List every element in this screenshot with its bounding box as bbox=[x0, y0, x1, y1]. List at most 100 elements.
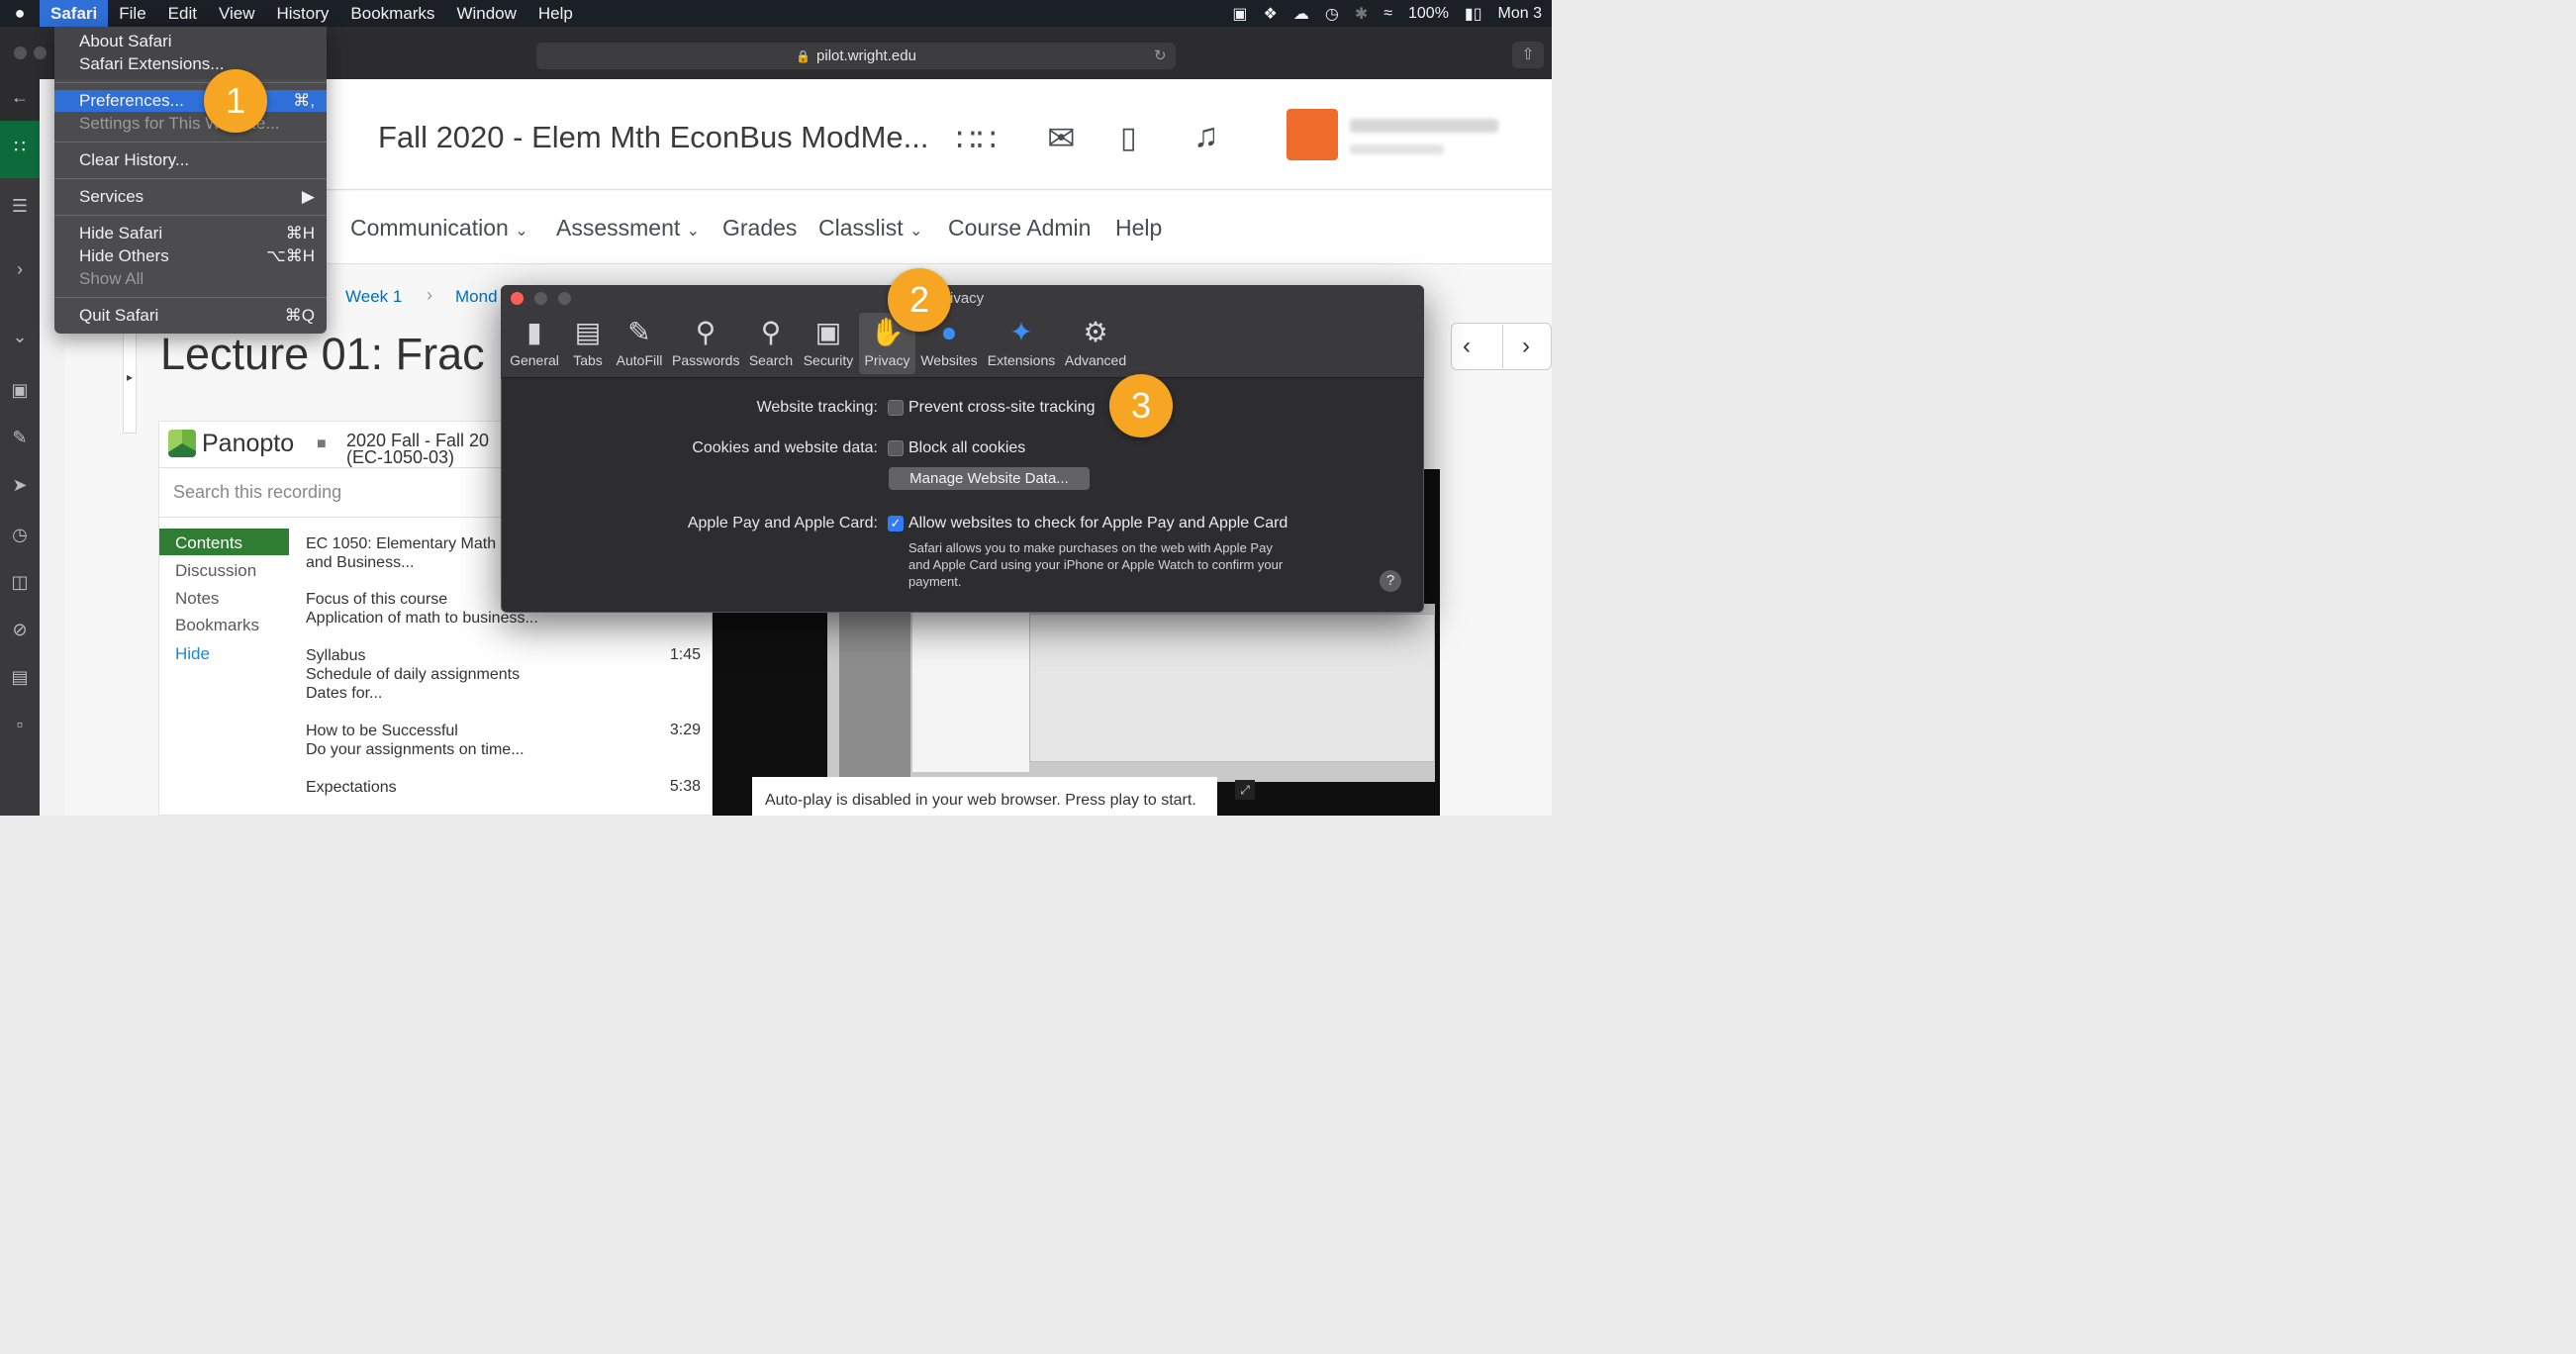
minimize-button[interactable] bbox=[534, 292, 547, 305]
close-window-button[interactable] bbox=[14, 47, 27, 59]
inbox-icon[interactable]: ▣ bbox=[8, 380, 32, 404]
menu-item-hide-others[interactable]: Hide Others ⌥⌘H bbox=[54, 245, 327, 267]
list-item[interactable]: How to be Successful Do your assignments … bbox=[306, 722, 525, 759]
menu-item-quit[interactable]: Quit Safari ⌘Q bbox=[54, 305, 327, 327]
gear-icon: ⚙ bbox=[1083, 317, 1108, 347]
prev-topic-icon[interactable]: ‹ bbox=[1463, 333, 1471, 360]
bell-icon[interactable]: ♫ bbox=[1193, 117, 1219, 155]
manage-website-data-button[interactable]: Manage Website Data... bbox=[889, 467, 1090, 490]
menu-history[interactable]: History bbox=[266, 0, 340, 27]
chat-icon[interactable]: ▯ bbox=[1120, 121, 1137, 155]
menu-separator bbox=[54, 82, 327, 83]
reload-icon[interactable]: ↻ bbox=[1154, 47, 1167, 64]
menu-item-services[interactable]: Services ▶ bbox=[54, 186, 327, 208]
menu-separator bbox=[54, 142, 327, 143]
breadcrumb-day[interactable]: Mond bbox=[455, 287, 498, 307]
label-website-tracking: Website tracking: bbox=[756, 399, 878, 416]
label-cookies: Cookies and website data: bbox=[692, 439, 878, 456]
menu-window[interactable]: Window bbox=[445, 0, 526, 27]
trash-icon[interactable]: ◫ bbox=[8, 572, 32, 596]
entry-time: 5:38 bbox=[669, 778, 701, 795]
tab-extensions[interactable]: ✦ Extensions bbox=[986, 313, 1057, 368]
menu-file[interactable]: File bbox=[108, 0, 156, 27]
pencil-icon[interactable]: ✎ bbox=[8, 428, 32, 451]
course-title[interactable]: Fall 2020 - Elem Mth EconBus ModMe... bbox=[378, 120, 929, 155]
back-arrow-icon[interactable]: ← bbox=[8, 87, 32, 111]
nav-assessment[interactable]: Assessment ⌄ bbox=[556, 215, 700, 242]
tab-hide[interactable]: Hide bbox=[175, 644, 210, 664]
next-topic-icon[interactable]: › bbox=[1522, 333, 1530, 360]
avatar[interactable] bbox=[1287, 109, 1338, 160]
note-icon[interactable]: ▫ bbox=[8, 715, 32, 738]
folder-name[interactable]: 2020 Fall - Fall 20 (EC-1050-03) bbox=[346, 432, 489, 466]
time-machine-icon[interactable]: ◷ bbox=[1325, 4, 1339, 24]
tab-advanced[interactable]: ⚙ Advanced bbox=[1063, 313, 1128, 368]
nav-communication[interactable]: Communication ⌄ bbox=[350, 215, 528, 242]
menu-item-extensions[interactable]: Safari Extensions... bbox=[54, 53, 327, 75]
apple-icon[interactable]: ● bbox=[0, 3, 40, 24]
chevron-down-icon[interactable]: ⌄ bbox=[8, 327, 32, 350]
expand-icon[interactable]: ⤢ bbox=[1235, 780, 1255, 800]
block-icon[interactable]: ⊘ bbox=[8, 620, 32, 643]
mail-icon[interactable]: ✉ bbox=[1047, 119, 1076, 158]
block-cookies-label[interactable]: Block all cookies bbox=[908, 439, 1025, 457]
prevent-tracking-checkbox[interactable] bbox=[888, 400, 904, 416]
wifi-icon[interactable]: ≈ bbox=[1383, 5, 1392, 23]
list-item[interactable]: Syllabus Schedule of daily assignments Dat… bbox=[306, 646, 520, 703]
menu-item-clear-history[interactable]: Clear History... bbox=[54, 149, 327, 171]
chevron-right-icon[interactable]: › bbox=[8, 259, 32, 283]
archive-icon[interactable]: ▤ bbox=[8, 667, 32, 691]
nav-help[interactable]: Help bbox=[1115, 215, 1162, 242]
creative-cloud-icon[interactable]: ☁ bbox=[1293, 4, 1309, 24]
block-cookies-checkbox[interactable] bbox=[888, 440, 904, 456]
tab-discussion[interactable]: Discussion bbox=[175, 561, 256, 581]
dropbox-icon[interactable]: ❖ bbox=[1264, 4, 1278, 24]
apple-pay-label[interactable]: Allow websites to check for Apple Pay an… bbox=[908, 515, 1288, 532]
tab-contents[interactable]: Contents bbox=[175, 533, 242, 553]
breadcrumb-week[interactable]: Week 1 bbox=[345, 287, 402, 307]
app-grid-icon[interactable]: ∷ bbox=[8, 137, 32, 160]
menu-bookmarks[interactable]: Bookmarks bbox=[339, 0, 445, 27]
menu-item-hide-safari[interactable]: Hide Safari ⌘H bbox=[54, 223, 327, 244]
description-line: Safari allows you to make purchases on t… bbox=[908, 540, 1273, 555]
clock-icon[interactable]: ◷ bbox=[8, 525, 32, 548]
share-icon[interactable]: ⇧ bbox=[1512, 42, 1544, 68]
close-button[interactable] bbox=[511, 292, 524, 305]
menu-help[interactable]: Help bbox=[527, 0, 584, 27]
zoom-button[interactable] bbox=[558, 292, 571, 305]
film-icon[interactable]: ▣ bbox=[1232, 4, 1247, 24]
nav-course-admin[interactable]: Course Admin bbox=[948, 215, 1091, 242]
hamburger-icon[interactable]: ☰ bbox=[8, 196, 32, 220]
menu-item-preferences[interactable]: Preferences... ⌘, bbox=[54, 90, 327, 112]
send-icon[interactable]: ➤ bbox=[8, 475, 32, 499]
tab-label: Search bbox=[748, 352, 794, 368]
list-item[interactable]: EC 1050: Elementary Math and Business... bbox=[306, 534, 496, 572]
bluetooth-icon[interactable]: ✱ bbox=[1355, 4, 1368, 24]
menu-item-about[interactable]: About Safari bbox=[54, 31, 327, 52]
tab-autofill[interactable]: ✎ AutoFill bbox=[609, 313, 670, 368]
tab-search[interactable]: ⚲ Search bbox=[740, 313, 802, 368]
tab-passwords[interactable]: ⚲ Passwords bbox=[672, 313, 739, 368]
tab-notes[interactable]: Notes bbox=[175, 589, 219, 609]
clock[interactable]: Mon 3 bbox=[1498, 5, 1542, 23]
minimize-window-button[interactable] bbox=[34, 47, 47, 59]
recording-search-input[interactable]: Search this recording bbox=[173, 482, 341, 503]
battery-icon[interactable]: ▮▯ bbox=[1465, 4, 1482, 24]
waffle-icon[interactable]: ∷∷ bbox=[956, 121, 997, 158]
nav-label: Communication bbox=[350, 215, 509, 241]
menu-view[interactable]: View bbox=[208, 0, 266, 27]
autoplay-notice: Auto-play is disabled in your web browse… bbox=[752, 777, 1217, 816]
collapse-toggle[interactable]: ▸ bbox=[123, 327, 137, 434]
tab-general[interactable]: ▮ General bbox=[504, 313, 565, 368]
tab-bookmarks[interactable]: Bookmarks bbox=[175, 616, 259, 635]
nav-grades[interactable]: Grades bbox=[722, 215, 797, 242]
prevent-tracking-label[interactable]: Prevent cross-site tracking bbox=[908, 399, 1096, 417]
tab-security[interactable]: ▣ Security bbox=[798, 313, 859, 368]
list-item[interactable]: Expectations bbox=[306, 778, 397, 797]
help-button[interactable]: ? bbox=[1380, 570, 1401, 592]
address-bar[interactable]: 🔒 pilot.wright.edu bbox=[536, 43, 1176, 69]
menu-edit[interactable]: Edit bbox=[157, 0, 208, 27]
nav-classlist[interactable]: Classlist ⌄ bbox=[818, 215, 922, 242]
apple-pay-checkbox[interactable]: ✓ bbox=[888, 516, 904, 532]
menu-safari[interactable]: Safari bbox=[40, 0, 109, 27]
